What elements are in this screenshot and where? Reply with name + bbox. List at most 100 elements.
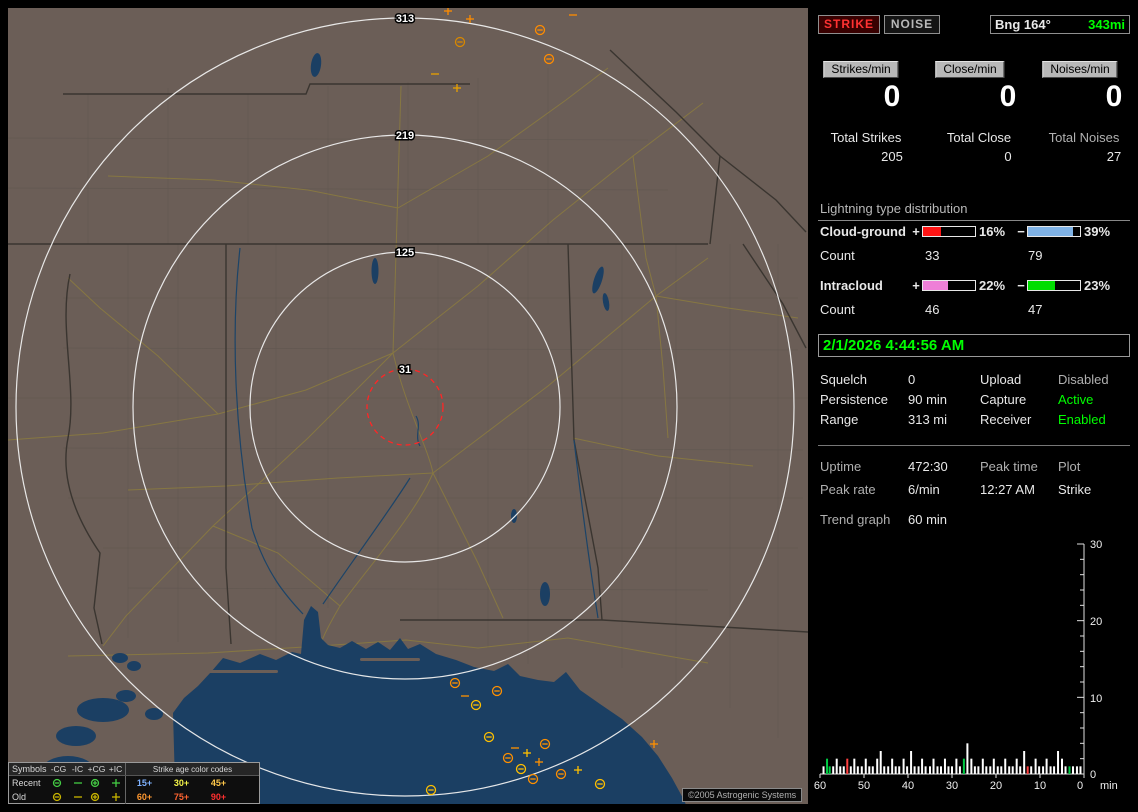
lightning-map[interactable]: 313 219 125 31 Symbols -CG -IC +CG +IC S… bbox=[8, 8, 808, 804]
ic-neg-old-icon bbox=[68, 792, 87, 802]
svg-text:30: 30 bbox=[946, 780, 958, 792]
map-legend: Symbols -CG -IC +CG +IC Strike age color… bbox=[8, 762, 260, 804]
ic-negative-count: 47 bbox=[1028, 302, 1042, 317]
cg-neg-recent-icon bbox=[49, 778, 68, 788]
legend-symbols-header: Symbols bbox=[9, 764, 49, 774]
cg-pos-old-icon bbox=[87, 792, 106, 802]
legend-col-ic-neg: -IC bbox=[68, 764, 87, 774]
strike-toggle-button[interactable]: STRIKE bbox=[818, 15, 880, 34]
peak-time-value: 12:27 AM bbox=[980, 482, 1058, 497]
trend-x-unit: min bbox=[1100, 780, 1118, 792]
squelch-value: 0 bbox=[908, 372, 980, 387]
noise-toggle-button[interactable]: NOISE bbox=[884, 15, 940, 34]
minus-sign: − bbox=[1015, 224, 1027, 239]
strikes-per-min-value: 0 bbox=[884, 80, 901, 114]
capture-label: Capture bbox=[980, 392, 1058, 407]
total-strikes-label: Total Strikes bbox=[831, 130, 902, 145]
cg-pos-recent-icon bbox=[87, 778, 106, 788]
cg-negative-bar bbox=[1027, 226, 1081, 237]
trend-graph-bars bbox=[823, 743, 1082, 774]
age-code-15: 15+ bbox=[126, 778, 163, 788]
ring-label-31: 31 bbox=[399, 364, 411, 376]
settings-row-2: Persistence 90 min Capture Active bbox=[818, 392, 1130, 407]
age-code-90: 90+ bbox=[200, 792, 237, 802]
range-value: 313 mi bbox=[908, 412, 980, 427]
cg-positive-bar bbox=[922, 226, 976, 237]
basemap: 313 219 125 31 bbox=[8, 8, 808, 804]
ic-negative-pct: 23% bbox=[1084, 278, 1120, 293]
trend-axis-ticks bbox=[820, 544, 1084, 778]
cg-negative-count: 79 bbox=[1028, 248, 1042, 263]
trend-x-labels: 60 50 40 30 20 10 0 min bbox=[814, 780, 1118, 792]
ic-positive-pct: 22% bbox=[979, 278, 1015, 293]
close-per-min-value: 0 bbox=[1000, 80, 1017, 114]
age-code-30: 30+ bbox=[163, 778, 200, 788]
upload-label: Upload bbox=[980, 372, 1058, 387]
strikes-per-min-button[interactable]: Strikes/min bbox=[823, 61, 898, 78]
stats-row-1: Uptime 472:30 Peak time Plot bbox=[818, 459, 1130, 474]
receiver-label: Receiver bbox=[980, 412, 1058, 427]
intracloud-row: Intracloud + 22% − 23% bbox=[818, 278, 1130, 292]
stats-row-2: Peak rate 6/min 12:27 AM Strike bbox=[818, 482, 1130, 497]
svg-text:30: 30 bbox=[1090, 539, 1102, 551]
peak-rate-label: Peak rate bbox=[820, 482, 908, 497]
capture-status: Active bbox=[1058, 392, 1132, 407]
bearing-label: Bng 164° bbox=[995, 17, 1051, 32]
ic-pos-recent-icon bbox=[106, 778, 125, 788]
svg-text:10: 10 bbox=[1034, 780, 1046, 792]
svg-text:20: 20 bbox=[1090, 616, 1102, 628]
cg-negative-bar-fill bbox=[1028, 227, 1073, 236]
svg-text:0: 0 bbox=[1077, 780, 1083, 792]
datetime-display: 2/1/2026 4:44:56 AM bbox=[818, 334, 1130, 357]
legend-recent-row: Recent 15+ 30+ 45+ bbox=[9, 776, 259, 790]
distribution-title: Lightning type distribution bbox=[818, 201, 1130, 221]
minus-sign: − bbox=[1015, 278, 1027, 293]
ic-negative-bar-fill bbox=[1028, 281, 1055, 290]
persistence-value: 90 min bbox=[908, 392, 980, 407]
legend-col-cg-pos: +CG bbox=[87, 764, 106, 774]
total-strikes-value: 205 bbox=[881, 149, 903, 164]
peak-rate-value: 6/min bbox=[908, 482, 980, 497]
ic-positive-bar bbox=[922, 280, 976, 291]
count-label: Count bbox=[818, 302, 855, 317]
cg-neg-old-icon bbox=[49, 792, 68, 802]
plot-mode-value: Strike bbox=[1058, 482, 1132, 497]
copyright-label: ©2005 Astrogenic Systems bbox=[682, 788, 802, 802]
total-noises-label: Total Noises bbox=[1049, 130, 1120, 145]
noises-per-min-value: 0 bbox=[1106, 80, 1123, 114]
ring-label-219: 219 bbox=[396, 130, 414, 142]
settings-row-1: Squelch 0 Upload Disabled bbox=[818, 372, 1130, 387]
ic-positive-bar-fill bbox=[923, 281, 948, 290]
squelch-label: Squelch bbox=[820, 372, 908, 387]
legend-recent-label: Recent bbox=[9, 778, 49, 788]
legend-old-row: Old 60+ 75+ 90+ bbox=[9, 790, 259, 804]
legend-header-row: Symbols -CG -IC +CG +IC Strike age color… bbox=[9, 763, 259, 776]
receiver-status: Enabled bbox=[1058, 412, 1132, 427]
noises-per-min-button[interactable]: Noises/min bbox=[1042, 61, 1117, 78]
svg-text:50: 50 bbox=[858, 780, 870, 792]
age-code-75: 75+ bbox=[163, 792, 200, 802]
ic-negative-bar bbox=[1027, 280, 1081, 291]
trend-y-labels: 30 20 10 0 bbox=[1090, 539, 1102, 781]
trend-graph: 30 20 10 0 60 50 40 30 20 10 0 min bbox=[810, 536, 1130, 806]
uptime-value: 472:30 bbox=[908, 459, 980, 474]
ic-neg-recent-icon bbox=[68, 778, 87, 788]
settings-row-3: Range 313 mi Receiver Enabled bbox=[818, 412, 1130, 427]
plot-label: Plot bbox=[1058, 459, 1132, 474]
cg-positive-bar-fill bbox=[923, 227, 941, 236]
svg-text:40: 40 bbox=[902, 780, 914, 792]
total-close-value: 0 bbox=[1004, 149, 1011, 164]
cloud-ground-count-row: Count 33 79 bbox=[818, 248, 1130, 263]
count-label: Count bbox=[818, 248, 855, 263]
legend-col-cg-neg: -CG bbox=[49, 764, 68, 774]
intracloud-label: Intracloud bbox=[818, 278, 910, 293]
bearing-range-value: 343mi bbox=[1088, 17, 1125, 32]
cg-negative-pct: 39% bbox=[1084, 224, 1120, 239]
range-label: Range bbox=[820, 412, 908, 427]
legend-col-ic-pos: +IC bbox=[106, 764, 125, 774]
separator bbox=[818, 445, 1130, 446]
close-per-min-button[interactable]: Close/min bbox=[935, 61, 1004, 78]
side-panel: STRIKE NOISE Bng 164° 343mi Strikes/min … bbox=[818, 0, 1130, 812]
persistence-label: Persistence bbox=[820, 392, 908, 407]
total-close-label: Total Close bbox=[947, 130, 1011, 145]
